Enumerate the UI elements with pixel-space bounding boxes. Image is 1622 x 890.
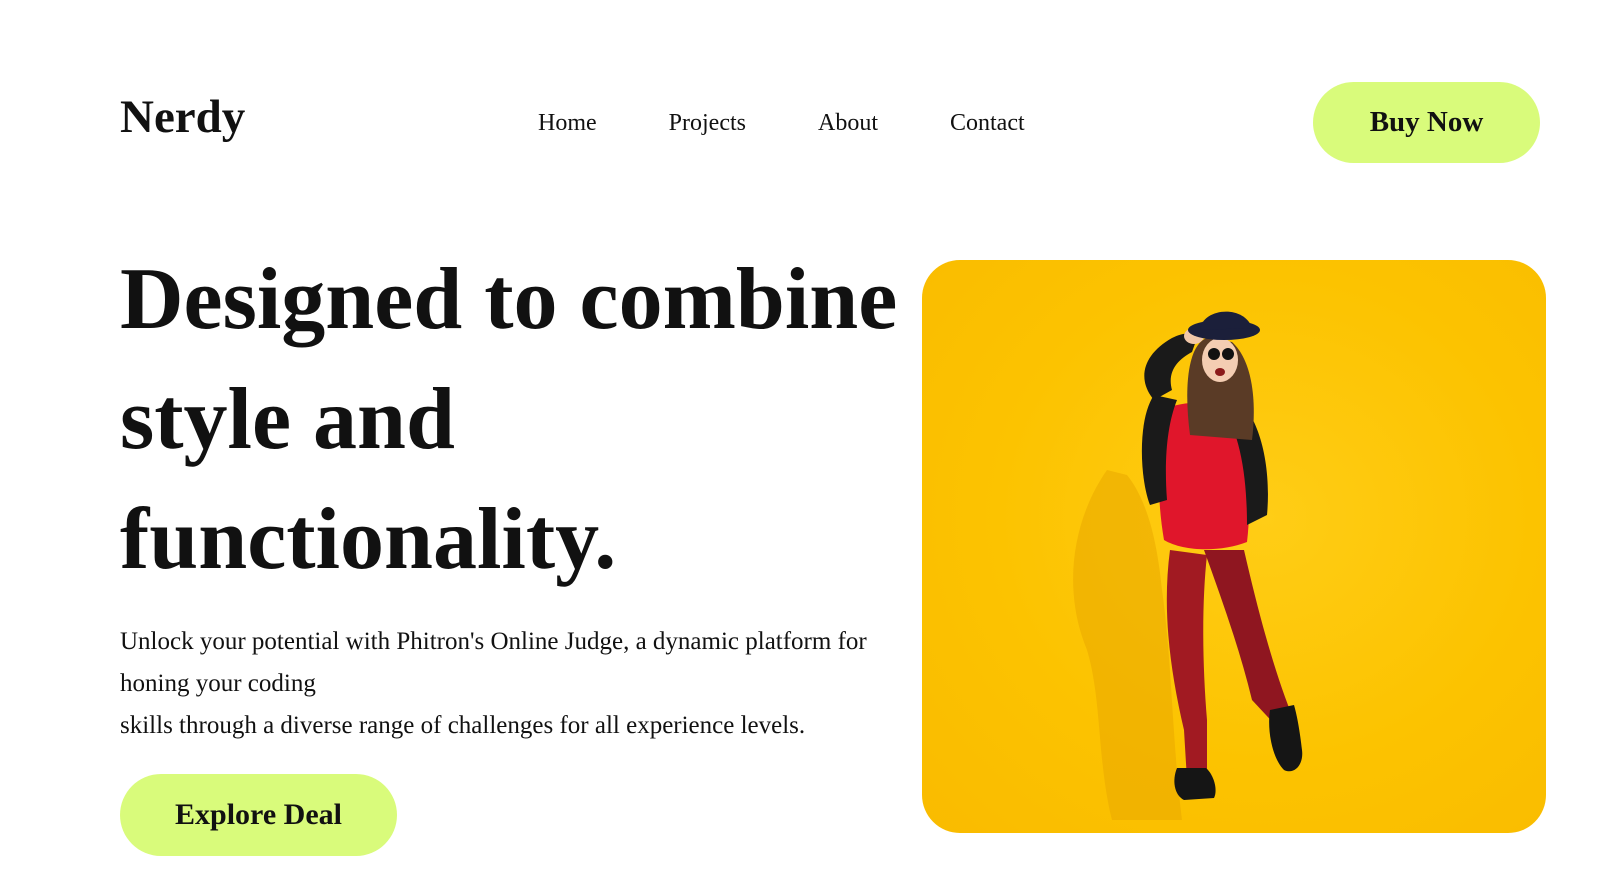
- hero-description-line: skills through a diverse range of challe…: [120, 712, 806, 739]
- buy-now-button[interactable]: Buy Now: [1313, 82, 1540, 163]
- main-nav: Home Projects About Contact: [538, 82, 1025, 164]
- hero-description: Unlock your potential with Phitron's Onl…: [120, 621, 910, 747]
- hero-description-line: Unlock your potential with Phitron's Onl…: [120, 628, 867, 697]
- explore-deal-button[interactable]: Explore Deal: [120, 774, 397, 856]
- nav-link-contact[interactable]: Contact: [950, 111, 1025, 135]
- hero-image: [922, 260, 1546, 833]
- landing-page: Nerdy Home Projects About Contact Buy No…: [0, 0, 1622, 890]
- nav-link-projects[interactable]: Projects: [669, 111, 746, 135]
- site-header: Nerdy Home Projects About Contact Buy No…: [120, 82, 1540, 164]
- nav-link-home[interactable]: Home: [538, 111, 597, 135]
- nav-link-about[interactable]: About: [818, 111, 878, 135]
- hero-title: Designed to combine style and functional…: [120, 251, 898, 588]
- brand-logo[interactable]: Nerdy: [120, 94, 245, 141]
- fashion-woman-photo-icon: [1073, 311, 1303, 820]
